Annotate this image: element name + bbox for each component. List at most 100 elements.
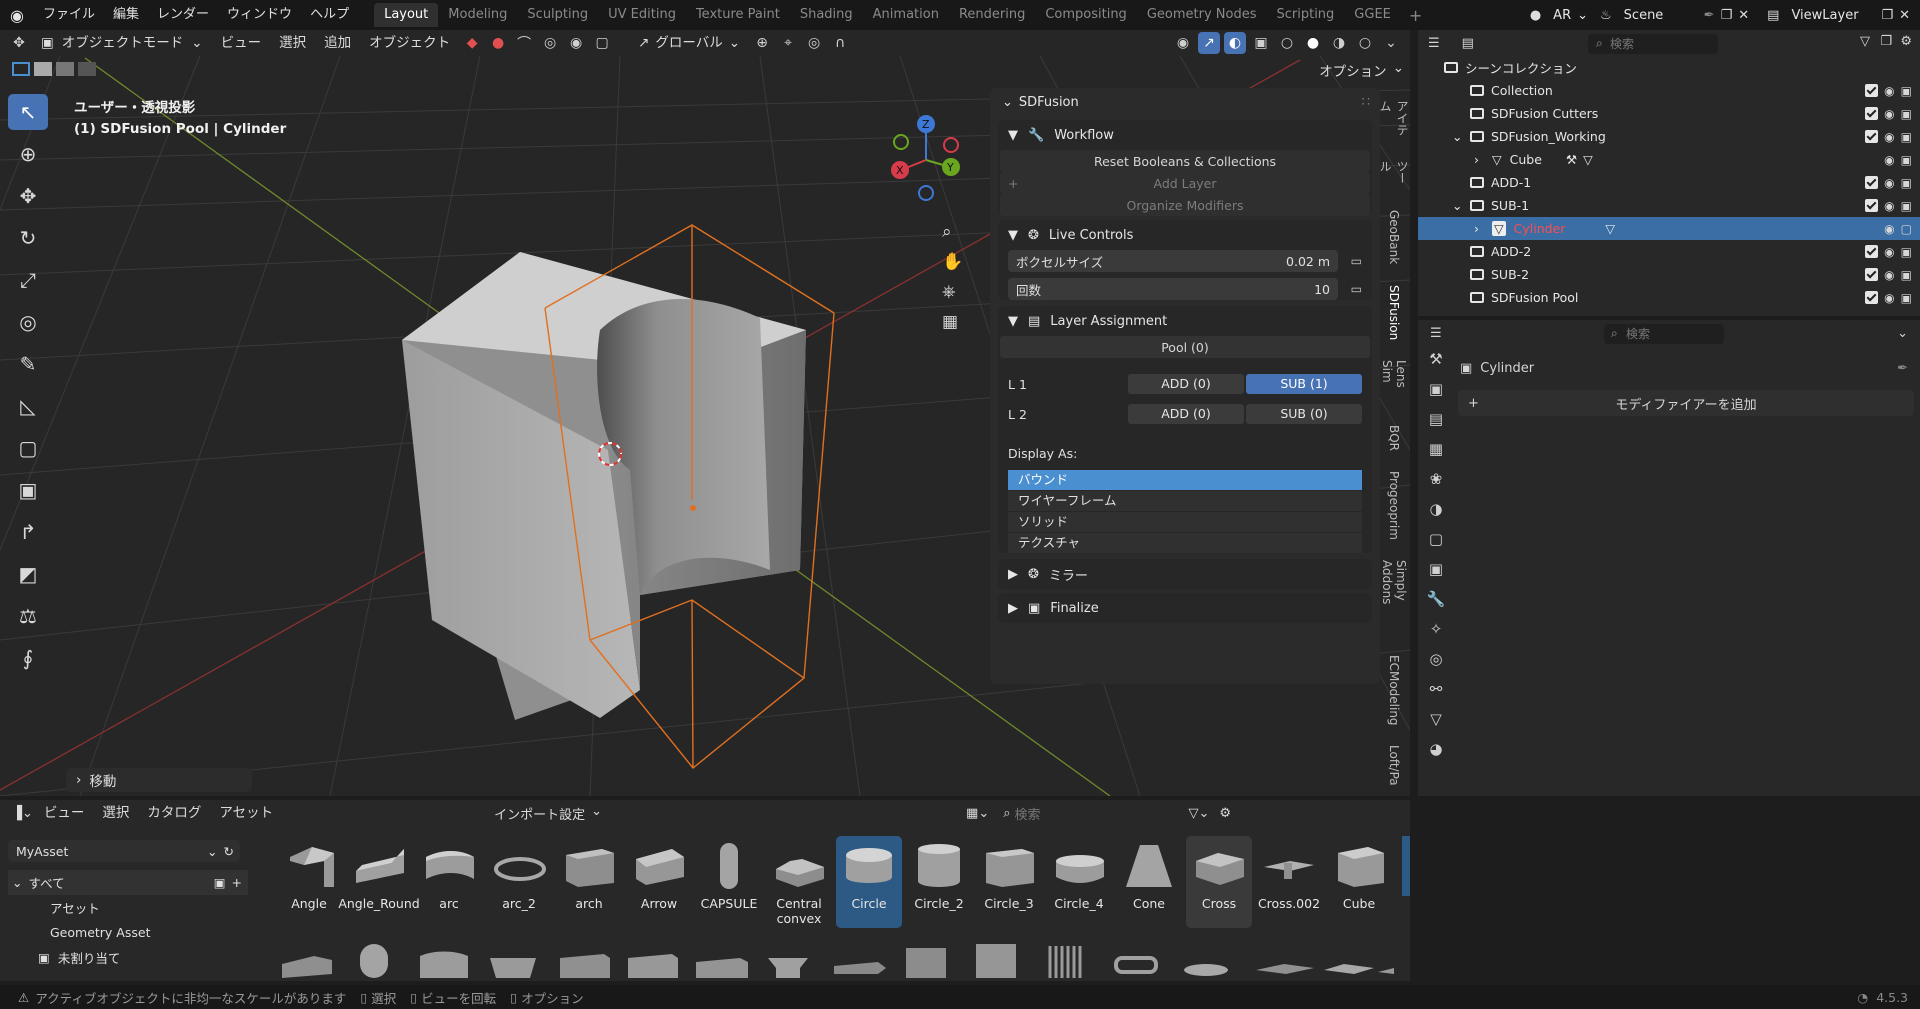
outliner-search-input[interactable]: 検索: [1588, 34, 1718, 54]
chevron-right-icon[interactable]: ›: [1474, 152, 1492, 167]
sidebar-tab-loft[interactable]: Loft/Pa: [1387, 735, 1401, 796]
eye-icon[interactable]: ◉: [1884, 84, 1894, 98]
new-viewlayer-icon[interactable]: ❐: [1881, 8, 1893, 23]
pan-hand-icon[interactable]: ✋: [942, 252, 963, 272]
delete-scene-icon[interactable]: ✕: [1738, 8, 1749, 23]
drag-handle-icon[interactable]: ∷: [1362, 95, 1370, 110]
outliner-row-sub-1[interactable]: ⌄ SUB-1 ◉ ▣: [1418, 194, 1920, 217]
annotate-icon[interactable]: ✎: [8, 346, 48, 382]
menu-render[interactable]: レンダー: [148, 4, 218, 26]
sidebar-tab-geobank[interactable]: GeoBank: [1387, 200, 1401, 274]
transform-icon[interactable]: ◎: [8, 304, 48, 340]
ggee-icon[interactable]: ◆: [461, 32, 483, 54]
chevron-down-icon[interactable]: ⌄: [1380, 32, 1402, 54]
ar-selector[interactable]: AR ⌄: [1547, 4, 1595, 26]
library-dropdown[interactable]: MyAsset ⌄ ↻: [8, 840, 240, 862]
zoom-icon[interactable]: ⌕: [942, 222, 963, 242]
chevron-down-icon[interactable]: ⌄: [1897, 326, 1908, 341]
asset-tile-angle-round[interactable]: Angle_Round: [338, 836, 420, 928]
asset-tile-arc[interactable]: arc: [416, 836, 482, 928]
outliner-row-sdfusion-pool[interactable]: SDFusion Pool ◉ ▣: [1418, 286, 1920, 309]
tab-animation[interactable]: Animation: [863, 3, 949, 27]
add-modifier-button[interactable]: + モディファイアーを追加: [1458, 390, 1914, 416]
organize-modifiers-button[interactable]: Organize Modifiers: [1000, 194, 1370, 216]
sidebar-tab-lens-sim[interactable]: Lens Sim: [1380, 350, 1408, 415]
select-subtract-icon[interactable]: [56, 62, 74, 76]
asset-tile-central-convex[interactable]: Central convex: [766, 836, 832, 928]
last-operator-panel[interactable]: › 移動: [66, 768, 252, 792]
editor-type-icon[interactable]: ▐⌄: [12, 806, 33, 821]
tab-uv-editing[interactable]: UV Editing: [598, 3, 686, 27]
asset-tile-cube[interactable]: Cube: [1326, 836, 1392, 928]
asset-tile-circle-3[interactable]: Circle_3: [976, 836, 1042, 928]
delete-viewlayer-icon[interactable]: ✕: [1899, 8, 1910, 23]
scene-name[interactable]: Scene: [1617, 4, 1698, 26]
camera-icon[interactable]: ▣: [1901, 268, 1912, 282]
layer-1-sub-button[interactable]: SUB (1): [1246, 374, 1362, 394]
data-tab-icon[interactable]: ▽: [1430, 710, 1442, 728]
exclude-checkbox[interactable]: [1865, 175, 1879, 189]
outliner-row-add-2[interactable]: ADD-2 ◉ ▣: [1418, 240, 1920, 263]
grid-view-icon[interactable]: ▦: [942, 312, 963, 332]
pin-icon[interactable]: ✒: [1897, 361, 1908, 376]
asset-tile-circle[interactable]: Circle: [836, 836, 902, 928]
new-scene-icon[interactable]: ❐: [1721, 8, 1733, 23]
catalog-geometry-asset[interactable]: Geometry Asset: [8, 920, 263, 945]
material-shading-icon[interactable]: ◑: [1328, 32, 1350, 54]
transform-orientation[interactable]: ↗ グローバル ⌄: [631, 32, 747, 54]
eye-icon[interactable]: ◉: [1884, 268, 1894, 282]
exclude-checkbox[interactable]: [1865, 267, 1879, 281]
viewlayer-icon[interactable]: ▤: [1767, 8, 1779, 23]
catalog-assets[interactable]: アセット: [8, 895, 263, 920]
blender-logo-icon[interactable]: ◉: [0, 0, 34, 30]
camera-icon[interactable]: ▣: [1901, 130, 1912, 144]
camera-icon[interactable]: ⎈: [942, 282, 963, 302]
pin-icon[interactable]: ✒: [1704, 8, 1715, 23]
properties-search-input[interactable]: 検索: [1604, 324, 1724, 344]
camera-icon[interactable]: ▣: [1901, 291, 1912, 305]
display-bounds-option[interactable]: バウンド: [1008, 470, 1362, 490]
eye-icon[interactable]: ◉: [1884, 291, 1894, 305]
gizmo-icon[interactable]: ↗: [1198, 32, 1220, 54]
view-layer-tab-icon[interactable]: ▦: [1429, 440, 1443, 458]
eye-icon[interactable]: ◉: [1884, 130, 1894, 144]
rendered-shading-icon[interactable]: ○: [1354, 32, 1376, 54]
menu-select[interactable]: 選択: [95, 802, 136, 824]
tab-ggee[interactable]: GGEE: [1344, 3, 1401, 27]
pool-button[interactable]: Pool (0): [1000, 336, 1370, 358]
asset-tile-arc-2[interactable]: arc_2: [486, 836, 552, 928]
shrink-icon[interactable]: ▣: [8, 472, 48, 508]
workflow-header[interactable]: ▼ 🔧 Workflow: [998, 120, 1372, 150]
sidebar-tab-sdfusion[interactable]: SDFusion: [1387, 275, 1401, 350]
outliner-row-cube[interactable]: › ▽ Cube ⚒ ▽ ◉ ▣: [1418, 148, 1920, 171]
exclude-checkbox[interactable]: [1865, 198, 1879, 212]
outliner-editor-icon[interactable]: ☰: [1428, 36, 1440, 51]
visibility-icon[interactable]: ◉: [1172, 32, 1194, 54]
asset-tile-circle-2[interactable]: Circle_2: [906, 836, 972, 928]
asset-tile-angle[interactable]: Angle: [276, 836, 342, 928]
thumbnail-view-icon[interactable]: ▦⌄: [966, 806, 989, 821]
rotate-icon[interactable]: ↻: [8, 220, 48, 256]
camera-icon[interactable]: ▣: [1901, 84, 1912, 98]
physics-tab-icon[interactable]: ◎: [1429, 650, 1442, 668]
chevron-right-icon[interactable]: ›: [1474, 221, 1492, 236]
refresh-icon[interactable]: ↻: [224, 844, 234, 859]
move-icon[interactable]: ✥: [8, 178, 48, 214]
menu-file[interactable]: ファイル: [34, 4, 104, 26]
tab-geometry-nodes[interactable]: Geometry Nodes: [1137, 3, 1267, 27]
select-new-icon[interactable]: [12, 62, 30, 76]
new-collection-icon[interactable]: ❐: [1880, 34, 1892, 49]
exclude-checkbox[interactable]: [1865, 106, 1879, 120]
xray-icon[interactable]: ▣: [1250, 32, 1272, 54]
bend-icon[interactable]: ↱: [8, 514, 48, 550]
outliner-row-sdfusion-working[interactable]: ⌄ SDFusion_Working ◉ ▣: [1418, 125, 1920, 148]
curve-icon[interactable]: ⌒: [513, 32, 535, 54]
camera-icon[interactable]: ▣: [1901, 107, 1912, 121]
asset-tile-arrow[interactable]: Arrow: [626, 836, 692, 928]
camera-off-icon[interactable]: ▢: [1901, 222, 1912, 236]
asset-tile-cross-002[interactable]: Cross.002: [1256, 836, 1322, 928]
snap-icon[interactable]: ⌖: [777, 32, 799, 54]
display-textured-option[interactable]: テクスチャ: [1008, 533, 1362, 553]
outliner-row-scene-collection[interactable]: シーンコレクション: [1418, 56, 1920, 79]
scene-tab-icon[interactable]: ❀: [1430, 470, 1443, 488]
